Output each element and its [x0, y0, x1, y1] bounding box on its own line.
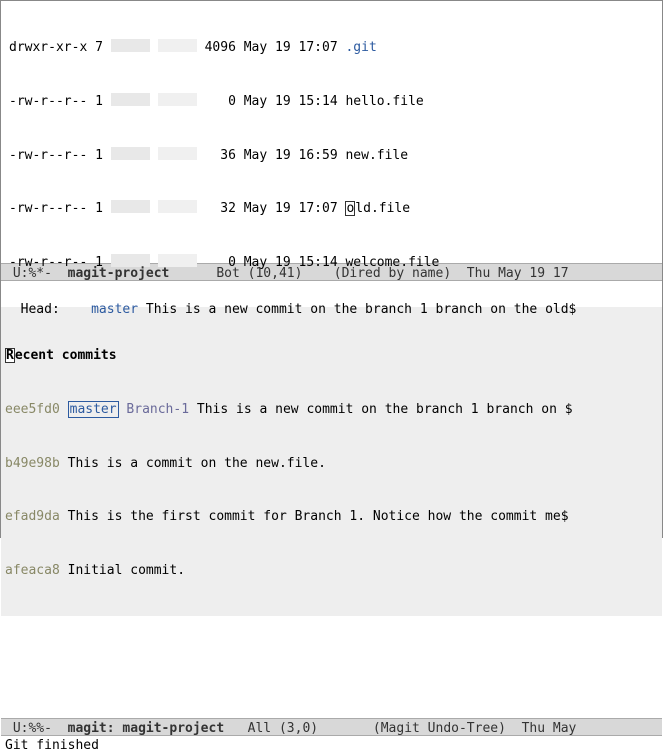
commit-entry[interactable]: b49e98b This is a commit on the new.file…	[5, 455, 662, 473]
commit-hash: efad9da	[5, 509, 60, 524]
recent-commits-section: Recent commits eee5fd0 master Branch-1 T…	[1, 307, 662, 616]
modeline-position: All (3,0)	[224, 721, 373, 736]
owner-redacted	[111, 93, 150, 106]
owner-redacted	[111, 147, 150, 160]
point-cursor: R	[5, 348, 15, 363]
filename[interactable]: hello.file	[345, 93, 423, 111]
recent-commits-title[interactable]: Recent commits	[5, 347, 662, 365]
group-redacted	[158, 93, 197, 106]
dired-pane: drwxr-xr-x 7 4096 May 19 17:07 .git -rw-r--r…	[1, 1, 662, 263]
perms: -rw-r--r--	[9, 200, 87, 218]
buffer-name: magit: magit-project	[68, 721, 225, 736]
size: 32	[197, 200, 236, 218]
commit-hash: afeaca8	[5, 563, 60, 578]
commit-message: Initial commit.	[68, 563, 185, 578]
commit-message: This is a new commit on the branch 1 bra…	[189, 402, 573, 417]
commit-hash: eee5fd0	[5, 402, 60, 417]
date: May 19 15:14	[244, 93, 338, 111]
group-redacted	[158, 200, 197, 213]
commit-entry[interactable]: afeaca8 Initial commit.	[5, 562, 662, 580]
commit-entry[interactable]: eee5fd0 master Branch-1 This is a new co…	[5, 401, 662, 419]
owner-redacted	[111, 39, 150, 52]
commit-message: This is the first commit for Branch 1. N…	[68, 509, 569, 524]
perms: -rw-r--r--	[9, 93, 87, 111]
owner-redacted	[111, 200, 150, 213]
commit-branch-master[interactable]: master	[68, 401, 119, 418]
filename[interactable]: new.file	[345, 147, 408, 165]
point-cursor: o	[345, 201, 355, 216]
head-branch[interactable]: master	[91, 302, 138, 317]
modeline-mode: (Dired by name) Thu May 19 17	[334, 266, 569, 281]
size: 36	[197, 147, 236, 165]
size: 4096	[197, 39, 236, 57]
modeline-magit[interactable]: U:%%- magit: magit-project All (3,0) (Ma…	[1, 718, 662, 736]
perms: drwxr-xr-x	[9, 39, 87, 57]
filename[interactable]: old.file	[345, 200, 410, 218]
link-count: 1	[95, 147, 103, 165]
commit-entry[interactable]: efad9da This is the first commit for Bra…	[5, 508, 662, 526]
link-count: 1	[95, 93, 103, 111]
head-label: Head:	[21, 302, 91, 317]
filename[interactable]: .git	[345, 39, 376, 57]
modeline-status: U:%%-	[5, 721, 68, 736]
dired-entry[interactable]: drwxr-xr-x 7 4096 May 19 17:07 .git	[9, 39, 662, 57]
blank-area	[1, 616, 662, 718]
commit-message: This is a commit on the new.file.	[68, 456, 326, 471]
echo-area: Git finished	[1, 736, 662, 754]
commit-branch-other[interactable]: Branch-1	[126, 402, 189, 417]
link-count: 1	[95, 200, 103, 218]
perms: -rw-r--r--	[9, 147, 87, 165]
date: May 19 16:59	[244, 147, 338, 165]
modeline-mode: (Magit Undo-Tree) Thu May	[373, 721, 584, 736]
modeline-dired[interactable]: U:%*- magit-project Bot (10,41) (Dired b…	[1, 263, 662, 281]
dired-entry[interactable]: -rw-r--r-- 1 0 May 19 15:14 hello.file	[9, 93, 662, 111]
link-count: 7	[95, 39, 103, 57]
modeline-position: Bot (10,41)	[169, 266, 333, 281]
dired-entry[interactable]: -rw-r--r-- 1 36 May 19 16:59 new.file	[9, 147, 662, 165]
commit-hash: b49e98b	[5, 456, 60, 471]
group-redacted	[158, 39, 197, 52]
buffer-name: magit-project	[68, 266, 170, 281]
magit-head-section: Head: master This is a new commit on the…	[1, 281, 662, 307]
size: 0	[197, 93, 236, 111]
date: May 19 17:07	[244, 200, 338, 218]
date: May 19 17:07	[244, 39, 338, 57]
echo-message: Git finished	[5, 738, 99, 753]
modeline-status: U:%*-	[5, 266, 68, 281]
head-message: This is a new commit on the branch 1 bra…	[138, 302, 576, 317]
dired-entry[interactable]: -rw-r--r-- 1 32 May 19 17:07 old.file	[9, 200, 662, 218]
group-redacted	[158, 147, 197, 160]
